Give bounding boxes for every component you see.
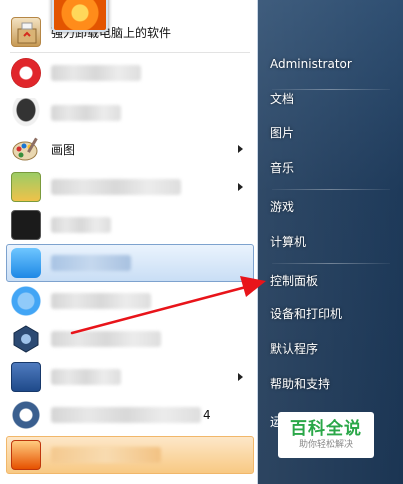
divider <box>272 263 390 264</box>
program-label: 4 <box>203 408 211 422</box>
menu-item-documents[interactable]: 文档 <box>270 86 398 112</box>
c-app-icon <box>11 400 41 430</box>
programs-pane: 强力卸载电脑上的软件 画图 4 <box>0 0 258 484</box>
blurred-label <box>51 293 151 309</box>
pdf-icon <box>11 440 41 470</box>
blurred-label <box>51 331 161 347</box>
blurred-label <box>51 407 201 423</box>
divider <box>10 52 250 53</box>
watermark-title: 百科全说 <box>290 419 362 439</box>
program-item-recent[interactable] <box>6 436 254 474</box>
menu-item-games[interactable]: 游戏 <box>270 194 398 220</box>
program-item-blurred[interactable]: 4 <box>6 396 254 434</box>
program-item-blurred[interactable] <box>6 94 254 132</box>
paint-palette-icon <box>11 134 41 164</box>
menu-item-music[interactable]: 音乐 <box>270 155 398 181</box>
menu-item-control-panel[interactable]: 控制面板 <box>270 268 398 294</box>
hexagon-app-icon <box>11 324 41 354</box>
red-circle-app-icon <box>11 58 41 88</box>
submenu-arrow-icon[interactable] <box>238 373 243 381</box>
watermark-subtitle: 助你轻松解决 <box>298 440 353 450</box>
divider <box>272 189 390 190</box>
program-item-blurred[interactable] <box>6 282 254 320</box>
blurred-label <box>51 255 131 271</box>
menu-item-computer[interactable]: 计算机 <box>270 229 398 255</box>
user-avatar[interactable] <box>52 0 108 32</box>
uninstall-box-icon <box>11 17 41 47</box>
program-item-paint[interactable]: 画图 <box>6 130 254 168</box>
menu-item-default-programs[interactable]: 默认程序 <box>270 336 398 362</box>
submenu-arrow-icon[interactable] <box>238 145 243 153</box>
program-item-blurred[interactable] <box>6 54 254 92</box>
program-item-blurred[interactable] <box>6 358 254 396</box>
penguin-icon <box>11 98 41 128</box>
program-label: 画图 <box>51 142 76 157</box>
program-item-blurred[interactable] <box>6 168 254 206</box>
program-item-blurred[interactable] <box>6 320 254 358</box>
program-item-blurred[interactable] <box>6 206 254 244</box>
program-item-uninstall[interactable]: 强力卸载电脑上的软件 <box>6 13 254 51</box>
terminal-icon <box>11 210 41 240</box>
blurred-label <box>51 369 121 385</box>
blurred-label <box>51 105 121 121</box>
watermark-logo: 百科全说 助你轻松解决 <box>278 412 374 458</box>
menu-item-help-support[interactable]: 帮助和支持 <box>270 371 398 397</box>
blurred-label <box>51 447 161 463</box>
submenu-arrow-icon[interactable] <box>238 183 243 191</box>
blue-box-app-icon <box>11 362 41 392</box>
folder-app-icon <box>11 172 41 202</box>
blue-circle-app-icon <box>11 286 41 316</box>
menu-item-username[interactable]: Administrator <box>270 51 398 77</box>
blurred-label <box>51 217 111 233</box>
blue-app-icon <box>11 248 41 278</box>
blurred-label <box>51 65 141 81</box>
menu-item-pictures[interactable]: 图片 <box>270 120 398 146</box>
menu-item-devices-printers[interactable]: 设备和打印机 <box>270 301 398 327</box>
blurred-label <box>51 179 181 195</box>
program-item-highlighted[interactable] <box>6 244 254 282</box>
